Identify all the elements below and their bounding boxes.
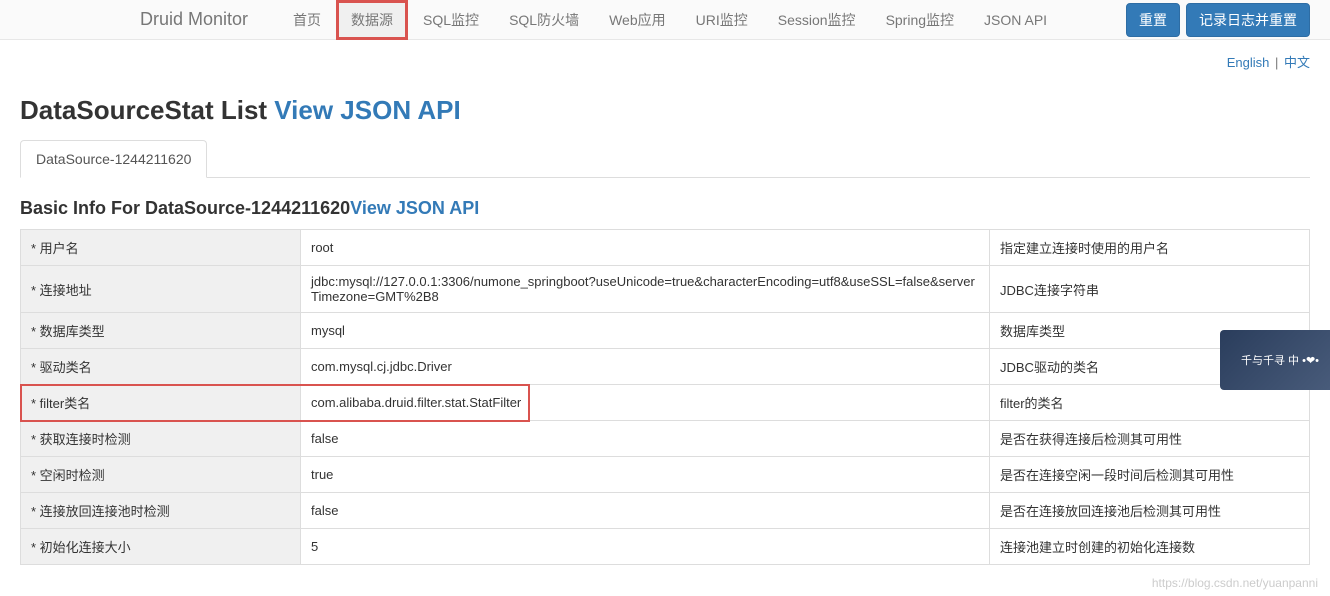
section-view-json-api-link[interactable]: View JSON API [350,198,479,218]
row-label: * 驱动类名 [21,349,301,385]
table-row: * 连接放回连接池时检测false是否在连接放回连接池后检测其可用性 [21,493,1310,529]
nav-list: 首页数据源SQL监控SQL防火墙Web应用URI监控Session监控Sprin… [278,0,1062,40]
section-title-text: Basic Info For DataSource-1244211620 [20,198,350,218]
nav-item-3[interactable]: SQL防火墙 [494,0,594,40]
table-row: * 连接地址jdbc:mysql://127.0.0.1:3306/numone… [21,266,1310,313]
tab-0[interactable]: DataSource-1244211620 [20,140,207,178]
row-value: 5 [301,529,990,565]
lang-chinese-link[interactable]: 中文 [1284,55,1310,70]
page-title-text: DataSourceStat List [20,95,274,125]
table-row: * 空闲时检测true是否在连接空闲一段时间后检测其可用性 [21,457,1310,493]
row-value: jdbc:mysql://127.0.0.1:3306/numone_sprin… [301,266,990,313]
row-value: com.mysql.cj.jdbc.Driver [301,349,990,385]
table-row: * 获取连接时检测false是否在获得连接后检测其可用性 [21,421,1310,457]
nav-item-4[interactable]: Web应用 [594,0,681,40]
nav-item-6[interactable]: Session监控 [763,0,871,40]
row-label: * 连接地址 [21,266,301,313]
row-label: * 初始化连接大小 [21,529,301,565]
page-title: DataSourceStat List View JSON API [20,95,1310,126]
row-label: * 连接放回连接池时检测 [21,493,301,529]
nav-item-0[interactable]: 首页 [278,0,336,40]
navbar-brand[interactable]: Druid Monitor [140,9,248,30]
nav-item-7[interactable]: Spring监控 [871,0,969,40]
row-desc: JDBC连接字符串 [990,266,1310,313]
row-value: true [301,457,990,493]
row-label: * 空闲时检测 [21,457,301,493]
view-json-api-link[interactable]: View JSON API [274,95,460,125]
log-and-reset-button[interactable]: 记录日志并重置 [1186,3,1310,37]
section-title: Basic Info For DataSource-1244211620View… [20,198,1310,219]
navbar: Druid Monitor 首页数据源SQL监控SQL防火墙Web应用URI监控… [0,0,1330,40]
lang-separator: | [1275,55,1278,70]
lang-english-link[interactable]: English [1227,55,1270,70]
row-desc: 连接池建立时创建的初始化连接数 [990,529,1310,565]
nav-right: 重置 记录日志并重置 [1126,3,1310,37]
watermark-image: 千与千寻 中 •❤• [1220,330,1330,390]
nav-item-2[interactable]: SQL监控 [408,0,494,40]
row-label: * 获取连接时检测 [21,421,301,457]
row-label: * filter类名 [21,385,301,421]
row-label: * 数据库类型 [21,313,301,349]
container: English | 中文 DataSourceStat List View JS… [0,40,1330,565]
row-desc: 是否在连接空闲一段时间后检测其可用性 [990,457,1310,493]
row-desc: 是否在连接放回连接池后检测其可用性 [990,493,1310,529]
reset-button[interactable]: 重置 [1126,3,1180,37]
nav-item-5[interactable]: URI监控 [681,0,763,40]
lang-switch: English | 中文 [20,40,1310,77]
row-value: root [301,230,990,266]
table-row: * 初始化连接大小5连接池建立时创建的初始化连接数 [21,529,1310,565]
row-value: mysql [301,313,990,349]
tabs: DataSource-1244211620 [20,140,1310,178]
row-desc: 指定建立连接时使用的用户名 [990,230,1310,266]
table-row: * 数据库类型mysql数据库类型 [21,313,1310,349]
row-value: com.alibaba.druid.filter.stat.StatFilter [301,385,990,421]
nav-item-8[interactable]: JSON API [969,0,1062,40]
row-value: false [301,493,990,529]
watermark-url: https://blog.csdn.net/yuanpanni [1152,576,1318,590]
row-value: false [301,421,990,457]
row-label: * 用户名 [21,230,301,266]
table-row: * 驱动类名com.mysql.cj.jdbc.DriverJDBC驱动的类名 [21,349,1310,385]
table-row: * filter类名com.alibaba.druid.filter.stat.… [21,385,1310,421]
row-desc: 是否在获得连接后检测其可用性 [990,421,1310,457]
table-row: * 用户名root指定建立连接时使用的用户名 [21,230,1310,266]
nav-item-1[interactable]: 数据源 [336,0,408,40]
info-table: * 用户名root指定建立连接时使用的用户名* 连接地址jdbc:mysql:/… [20,229,1310,565]
